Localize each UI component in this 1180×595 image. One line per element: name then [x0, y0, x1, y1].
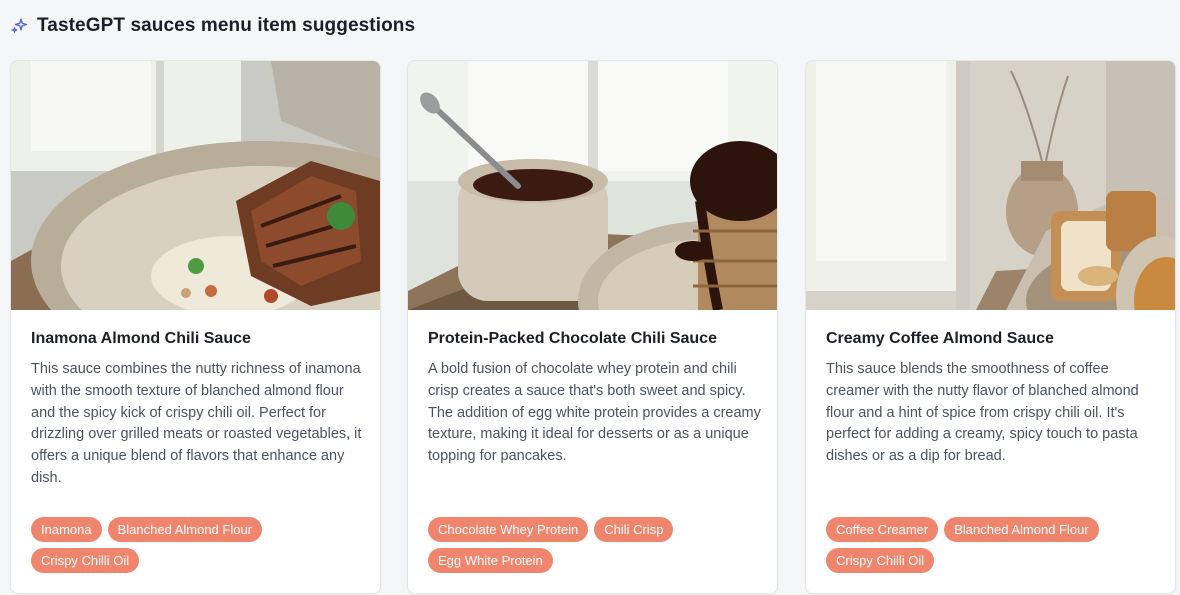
- sauce-dish-image: [806, 61, 1175, 310]
- ingredient-tag[interactable]: Inamona: [31, 517, 102, 542]
- sauce-name: Protein-Packed Chocolate Chili Sauce: [428, 330, 717, 347]
- menu-item-card[interactable]: Protein-Packed Chocolate Chili Sauce A b…: [408, 61, 777, 593]
- sauce-name: Inamona Almond Chili Sauce: [31, 330, 251, 347]
- sauce-description: This sauce combines the nutty richness o…: [31, 361, 362, 486]
- sauce-description: A bold fusion of chocolate whey protein …: [428, 361, 761, 465]
- ingredient-tag[interactable]: Blanched Almond Flour: [107, 517, 263, 542]
- ingredient-tags: Inamona Blanched Almond Flour Crispy Chi…: [31, 517, 361, 573]
- ingredient-tags: Chocolate Whey Protein Chili Crisp Egg W…: [428, 517, 758, 573]
- sparkle-icon: [11, 18, 28, 34]
- menu-item-card[interactable]: Inamona Almond Chili Sauce This sauce co…: [11, 61, 380, 593]
- ingredient-tag[interactable]: Crispy Chilli Oil: [826, 548, 935, 573]
- ingredient-tag[interactable]: Chili Crisp: [594, 517, 674, 542]
- ingredient-tags: Coffee Creamer Blanched Almond Flour Cri…: [826, 517, 1156, 573]
- ingredient-tag[interactable]: Blanched Almond Flour: [944, 517, 1099, 542]
- ingredient-tag[interactable]: Coffee Creamer: [826, 517, 939, 542]
- ingredient-tag[interactable]: Egg White Protein: [428, 548, 553, 573]
- ingredient-tag[interactable]: Chocolate Whey Protein: [428, 517, 589, 542]
- page-header: TasteGPT sauces menu item suggestions: [10, 13, 415, 39]
- sauce-name: Creamy Coffee Almond Sauce: [826, 330, 1054, 347]
- ingredient-tag[interactable]: Crispy Chilli Oil: [31, 548, 140, 573]
- menu-item-card[interactable]: Creamy Coffee Almond Sauce This sauce bl…: [806, 61, 1175, 593]
- sauce-dish-image: [408, 61, 777, 310]
- sauce-description: This sauce blends the smoothness of coff…: [826, 361, 1139, 465]
- page-title: TasteGPT sauces menu item suggestions: [37, 15, 416, 36]
- sauce-dish-image: [11, 61, 380, 310]
